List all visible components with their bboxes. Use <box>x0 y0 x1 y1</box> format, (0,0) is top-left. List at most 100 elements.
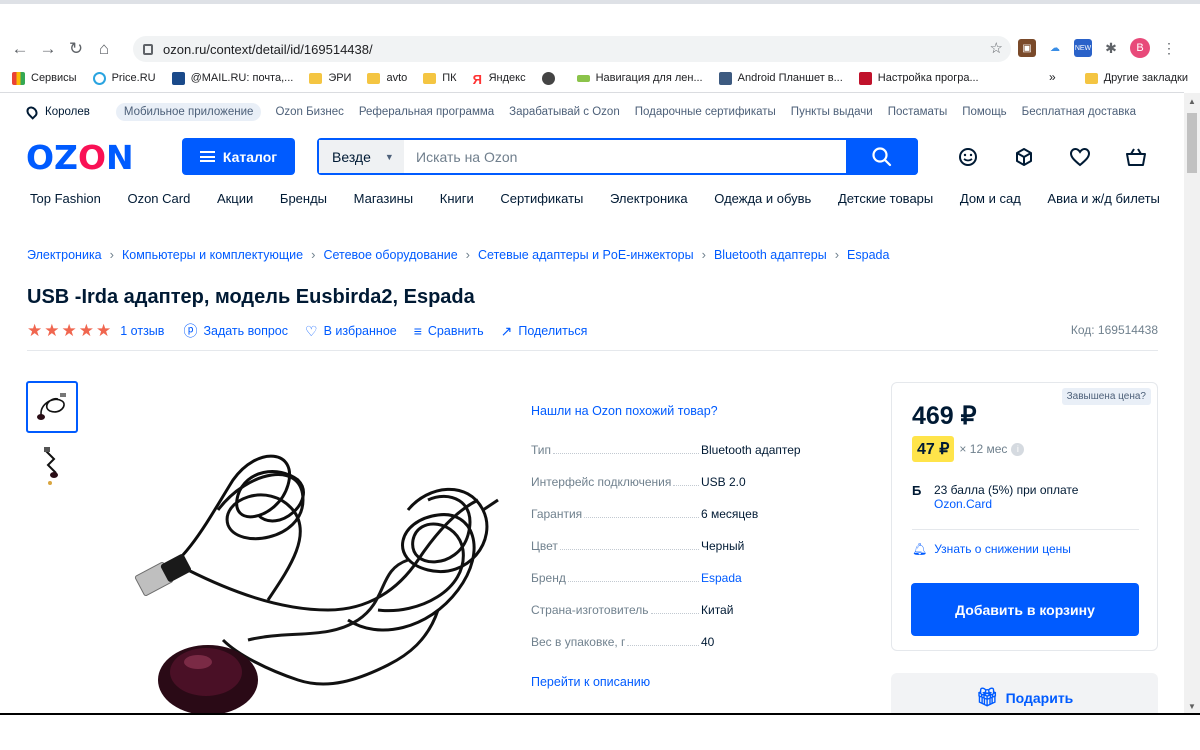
toplink[interactable]: Зарабатывай с Ozon <box>509 106 620 118</box>
spec-row: Бренд Espada <box>531 571 861 603</box>
star-icon: ★ <box>96 321 112 340</box>
bookmark-mail-ru[interactable]: @MAIL.RU: почта,... <box>171 71 293 85</box>
category-link[interactable]: Ozon Card <box>127 191 190 207</box>
bookmarks-overflow-button[interactable]: » <box>1049 70 1056 84</box>
ozon-logo[interactable]: OZON <box>26 138 134 177</box>
search-scope-select[interactable]: Везде ▼ <box>319 140 404 173</box>
rating-stars[interactable]: ★ ★ ★ ★ ★ <box>27 321 111 341</box>
forward-arrow-icon[interactable]: → <box>34 35 62 63</box>
ozon-card-link[interactable]: Ozon.Card <box>934 497 1078 511</box>
bookmark-settings[interactable]: Настройка програ... <box>858 71 979 85</box>
url-text: ozon.ru/context/detail/id/169514438/ <box>163 41 373 57</box>
spec-row: Гарантия 6 месяцев <box>531 507 759 521</box>
category-link[interactable]: Авиа и ж/д билеты <box>1047 191 1159 207</box>
bookmark-services[interactable]: Сервисы <box>12 71 77 85</box>
toplink[interactable]: Реферальная программа <box>359 106 494 118</box>
similar-product-link[interactable]: Нашли на Ozon похожий товар? <box>531 404 718 418</box>
browser-menu-icon[interactable]: ⋮ <box>1160 39 1178 57</box>
location-selector[interactable]: Королев <box>24 104 90 120</box>
gallery-thumbnail[interactable] <box>26 381 78 433</box>
category-link[interactable]: Акции <box>217 191 253 207</box>
search-button[interactable] <box>846 138 918 175</box>
product-main-image[interactable] <box>128 440 508 715</box>
compare-button[interactable]: ≡ Сравнить <box>414 323 484 339</box>
mobile-app-pill[interactable]: Мобильное приложение <box>115 103 262 121</box>
installment-info[interactable]: 47 ₽ × 12 мес i <box>912 436 1025 462</box>
category-link[interactable]: Книги <box>440 191 474 207</box>
breadcrumb-item[interactable]: Сетевые адаптеры и PoE-инжекторы <box>478 248 694 262</box>
ask-question-button[interactable]: ⓟ Задать вопрос <box>183 321 288 341</box>
scroll-down-icon[interactable]: ▼ <box>1188 702 1196 711</box>
bookmark-eri[interactable]: ЭРИ <box>309 72 351 84</box>
share-button[interactable]: ↗ Поделиться <box>501 323 588 340</box>
category-link[interactable]: Магазины <box>354 191 414 207</box>
orders-box-icon[interactable] <box>1013 146 1035 168</box>
breadcrumb-item[interactable]: Bluetooth адаптеры <box>714 248 827 262</box>
profile-smile-icon[interactable] <box>957 146 979 168</box>
other-bookmarks[interactable]: Другие закладки <box>1084 72 1188 84</box>
toplink[interactable]: Помощь <box>962 106 1006 118</box>
cart-bag-icon[interactable] <box>1125 146 1147 168</box>
extension-photo-icon[interactable]: ▣ <box>1018 39 1036 57</box>
category-link[interactable]: Сертификаты <box>500 191 583 207</box>
star-icon: ★ <box>61 321 77 340</box>
toplink[interactable]: Ozon Бизнес <box>275 106 343 118</box>
back-arrow-icon[interactable]: ← <box>6 35 34 63</box>
category-link[interactable]: Бренды <box>280 191 327 207</box>
category-link[interactable]: Детские товары <box>838 191 933 207</box>
scroll-thumb[interactable] <box>1187 113 1197 173</box>
bookmark-price-ru[interactable]: Price.RU <box>92 71 156 85</box>
breadcrumb-item[interactable]: Сетевое оборудование <box>323 248 457 262</box>
toplink[interactable]: Постаматы <box>888 106 948 118</box>
home-icon[interactable]: ⌂ <box>90 35 118 63</box>
bookmark-pk[interactable]: ПК <box>423 72 457 84</box>
bookmark-star-icon[interactable]: ☆ <box>990 39 1003 57</box>
go-to-description-link[interactable]: Перейти к описанию <box>531 675 650 689</box>
breadcrumb: Электроника › Компьютеры и комплектующие ›… <box>27 247 889 262</box>
add-to-favorites-button[interactable]: ♡ В избранное <box>305 323 397 340</box>
scroll-up-icon[interactable]: ▲ <box>1188 97 1196 106</box>
reviews-link[interactable]: 1 отзыв <box>120 324 164 338</box>
toplink[interactable]: Пункты выдачи <box>791 106 873 118</box>
toplink[interactable]: Подарочные сертификаты <box>635 106 776 118</box>
bookmark-android[interactable]: Android Планшет в... <box>718 71 843 85</box>
spec-row: Интерфейс подключения USB 2.0 <box>531 475 746 489</box>
catalog-button[interactable]: Каталог <box>182 138 295 175</box>
divider <box>27 350 1158 351</box>
info-icon[interactable]: i <box>1011 442 1025 456</box>
brand-link[interactable]: Espada <box>701 571 861 585</box>
category-link[interactable]: Одежда и обувь <box>714 191 811 207</box>
share-arrow-icon: ↗ <box>500 322 513 339</box>
favorites-heart-icon[interactable] <box>1069 146 1091 168</box>
price-drop-notify-link[interactable]: 🔔︎ Узнать о снижении цены <box>912 542 1071 556</box>
nav-icon <box>576 74 590 82</box>
toolbar-divider <box>0 92 1184 93</box>
browser-toolbar: ← → ↻ ⌂ ozon.ru/context/detail/id/169514… <box>0 34 1200 64</box>
spec-row: Цвет Черный <box>531 539 745 553</box>
price: 469 ₽ <box>912 402 977 430</box>
chevron-right-icon: › <box>701 247 706 262</box>
breadcrumb-item[interactable]: Espada <box>847 248 889 262</box>
address-bar[interactable]: ozon.ru/context/detail/id/169514438/ ☆ <box>133 36 1011 62</box>
extensions-puzzle-icon[interactable]: ✱ <box>1102 39 1120 57</box>
bookmark-globe[interactable] <box>541 71 561 85</box>
breadcrumb-item[interactable]: Электроника <box>27 248 102 262</box>
profile-avatar[interactable]: B <box>1130 38 1150 58</box>
overpriced-report-link[interactable]: Завышена цена? <box>1061 388 1151 405</box>
category-link[interactable]: Top Fashion <box>30 191 101 207</box>
page-scrollbar[interactable]: ▲ ▼ <box>1184 93 1200 713</box>
search-input[interactable] <box>404 148 834 165</box>
category-link[interactable]: Электроника <box>610 191 688 207</box>
extension-cloud-icon[interactable]: ☁ <box>1046 39 1064 57</box>
category-link[interactable]: Дом и сад <box>960 191 1021 207</box>
gallery-thumbnail[interactable] <box>26 440 78 492</box>
bookmark-yandex[interactable]: Я Яндекс <box>473 72 526 87</box>
reload-icon[interactable]: ↻ <box>62 35 90 63</box>
toplink[interactable]: Бесплатная доставка <box>1022 106 1136 118</box>
bookmark-avto[interactable]: avto <box>367 72 407 84</box>
folder-icon <box>309 72 323 84</box>
add-to-cart-button[interactable]: Добавить в корзину <box>911 583 1139 636</box>
extension-new-icon[interactable]: NEW <box>1074 39 1092 57</box>
bookmark-navigation[interactable]: Навигация для лен... <box>576 72 703 84</box>
breadcrumb-item[interactable]: Компьютеры и комплектующие <box>122 248 303 262</box>
